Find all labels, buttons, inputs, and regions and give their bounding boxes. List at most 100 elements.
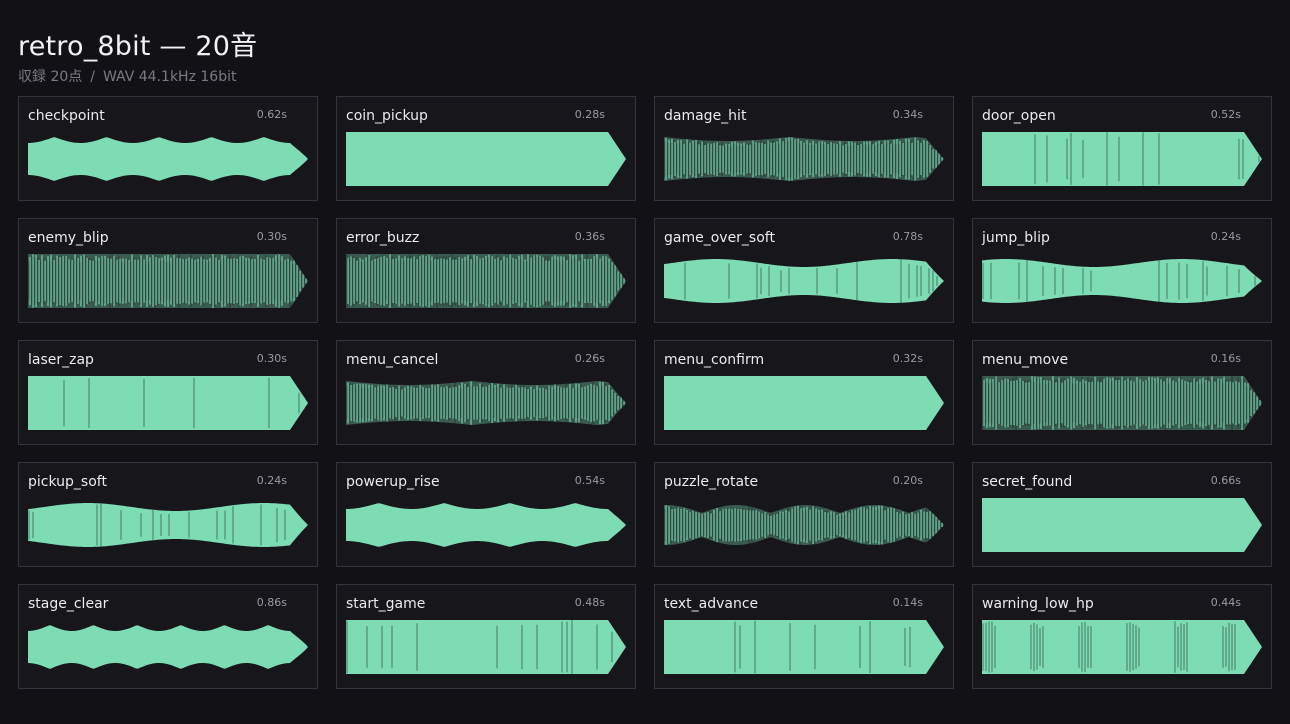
sound-card[interactable]: start_game 0.48s	[336, 584, 636, 689]
waveform	[346, 620, 626, 674]
waveform	[346, 503, 626, 547]
sound-duration: 0.52s	[1210, 108, 1241, 121]
waveform	[982, 259, 1262, 303]
waveform-strokes	[28, 254, 307, 308]
waveform	[28, 254, 308, 308]
waveform-strokes	[982, 376, 1261, 430]
sound-duration: 0.78s	[892, 230, 923, 243]
sound-card[interactable]: game_over_soft 0.78s	[654, 218, 954, 323]
sound-name: menu_confirm	[664, 352, 765, 368]
waveform	[346, 132, 626, 186]
waveform-envelope	[28, 137, 308, 181]
waveform	[982, 620, 1262, 674]
sound-card[interactable]: pickup_soft 0.24s	[18, 462, 318, 567]
waveform	[28, 503, 308, 547]
sound-duration: 0.28s	[574, 108, 605, 121]
sound-card[interactable]: laser_zap 0.30s	[18, 340, 318, 445]
sound-duration: 0.14s	[892, 596, 923, 609]
page-header: retro_8bit — 20音 収録 20点 / WAV 44.1kHz 16bi…	[18, 30, 257, 86]
waveform-envelope	[346, 620, 626, 674]
waveform-envelope	[28, 376, 308, 430]
waveform-envelope	[664, 376, 944, 430]
sound-name: pickup_soft	[28, 474, 107, 490]
sound-duration: 0.16s	[1210, 352, 1241, 365]
sound-name: enemy_blip	[28, 230, 109, 246]
sound-duration: 0.66s	[1210, 474, 1241, 487]
sound-name: secret_found	[982, 474, 1073, 490]
waveform	[28, 137, 308, 181]
sound-count: 収録 20点	[18, 69, 83, 85]
sound-duration: 0.36s	[574, 230, 605, 243]
sound-card[interactable]: checkpoint 0.62s	[18, 96, 318, 201]
sound-duration: 0.20s	[892, 474, 923, 487]
waveform-envelope	[664, 620, 944, 674]
waveform	[664, 505, 944, 545]
sound-name: stage_clear	[28, 596, 109, 612]
sound-card[interactable]: secret_found 0.66s	[972, 462, 1272, 567]
waveform-envelope	[28, 625, 308, 669]
sound-duration: 0.24s	[1210, 230, 1241, 243]
sound-name: start_game	[346, 596, 426, 612]
audio-format: WAV 44.1kHz 16bit	[102, 69, 237, 85]
sound-card[interactable]: text_advance 0.14s	[654, 584, 954, 689]
waveform-envelope	[982, 259, 1262, 303]
sound-card[interactable]: powerup_rise 0.54s	[336, 462, 636, 567]
waveform-envelope	[28, 503, 308, 547]
waveform	[346, 381, 626, 425]
waveform	[28, 376, 308, 430]
waveform	[346, 254, 626, 308]
sound-name: text_advance	[664, 596, 759, 612]
waveform	[982, 498, 1262, 552]
sound-card[interactable]: enemy_blip 0.30s	[18, 218, 318, 323]
sound-name: game_over_soft	[664, 230, 775, 246]
waveform	[664, 620, 944, 674]
sound-card[interactable]: jump_blip 0.24s	[972, 218, 1272, 323]
sound-name: menu_move	[982, 352, 1069, 368]
sound-duration: 0.44s	[1210, 596, 1241, 609]
sound-duration: 0.32s	[892, 352, 923, 365]
sound-name: warning_low_hp	[982, 596, 1094, 612]
sound-grid: checkpoint 0.62s coin_pickup 0.28s damage_hi…	[18, 96, 1274, 689]
page-subtitle: 収録 20点 / WAV 44.1kHz 16bit	[18, 66, 257, 86]
waveform	[664, 137, 944, 181]
sound-card[interactable]: coin_pickup 0.28s	[336, 96, 636, 201]
sound-name: error_buzz	[346, 230, 420, 246]
sound-duration: 0.26s	[574, 352, 605, 365]
sound-duration: 0.24s	[256, 474, 287, 487]
waveform-envelope	[982, 132, 1262, 186]
sound-name: damage_hit	[664, 108, 747, 124]
page-title: retro_8bit — 20音	[18, 31, 258, 62]
sound-card[interactable]: warning_low_hp 0.44s	[972, 584, 1272, 689]
sound-name: jump_blip	[982, 230, 1050, 246]
sound-card[interactable]: damage_hit 0.34s	[654, 96, 954, 201]
subtitle-separator: /	[90, 69, 95, 85]
sound-name: menu_cancel	[346, 352, 439, 368]
sound-name: coin_pickup	[346, 108, 428, 124]
sound-duration: 0.86s	[256, 596, 287, 609]
sound-name: powerup_rise	[346, 474, 440, 490]
waveform	[28, 625, 308, 669]
sound-name: puzzle_rotate	[664, 474, 759, 490]
waveform	[664, 376, 944, 430]
sound-card[interactable]: stage_clear 0.86s	[18, 584, 318, 689]
sound-duration: 0.30s	[256, 352, 287, 365]
waveform-envelope	[346, 503, 626, 547]
sound-card[interactable]: menu_cancel 0.26s	[336, 340, 636, 445]
waveform	[664, 259, 944, 303]
sound-card[interactable]: puzzle_rotate 0.20s	[654, 462, 954, 567]
sound-card[interactable]: menu_move 0.16s	[972, 340, 1272, 445]
waveform	[982, 376, 1262, 430]
sound-name: laser_zap	[28, 352, 94, 368]
waveform-envelope	[664, 259, 944, 303]
sound-duration: 0.62s	[256, 108, 287, 121]
sound-card[interactable]: menu_confirm 0.32s	[654, 340, 954, 445]
sound-duration: 0.34s	[892, 108, 923, 121]
waveform-envelope	[982, 498, 1262, 552]
waveform-envelope	[346, 132, 626, 186]
sound-card[interactable]: door_open 0.52s	[972, 96, 1272, 201]
sound-duration: 0.48s	[574, 596, 605, 609]
sound-name: checkpoint	[28, 108, 105, 124]
sound-card[interactable]: error_buzz 0.36s	[336, 218, 636, 323]
waveform	[982, 132, 1262, 186]
sound-duration: 0.54s	[574, 474, 605, 487]
